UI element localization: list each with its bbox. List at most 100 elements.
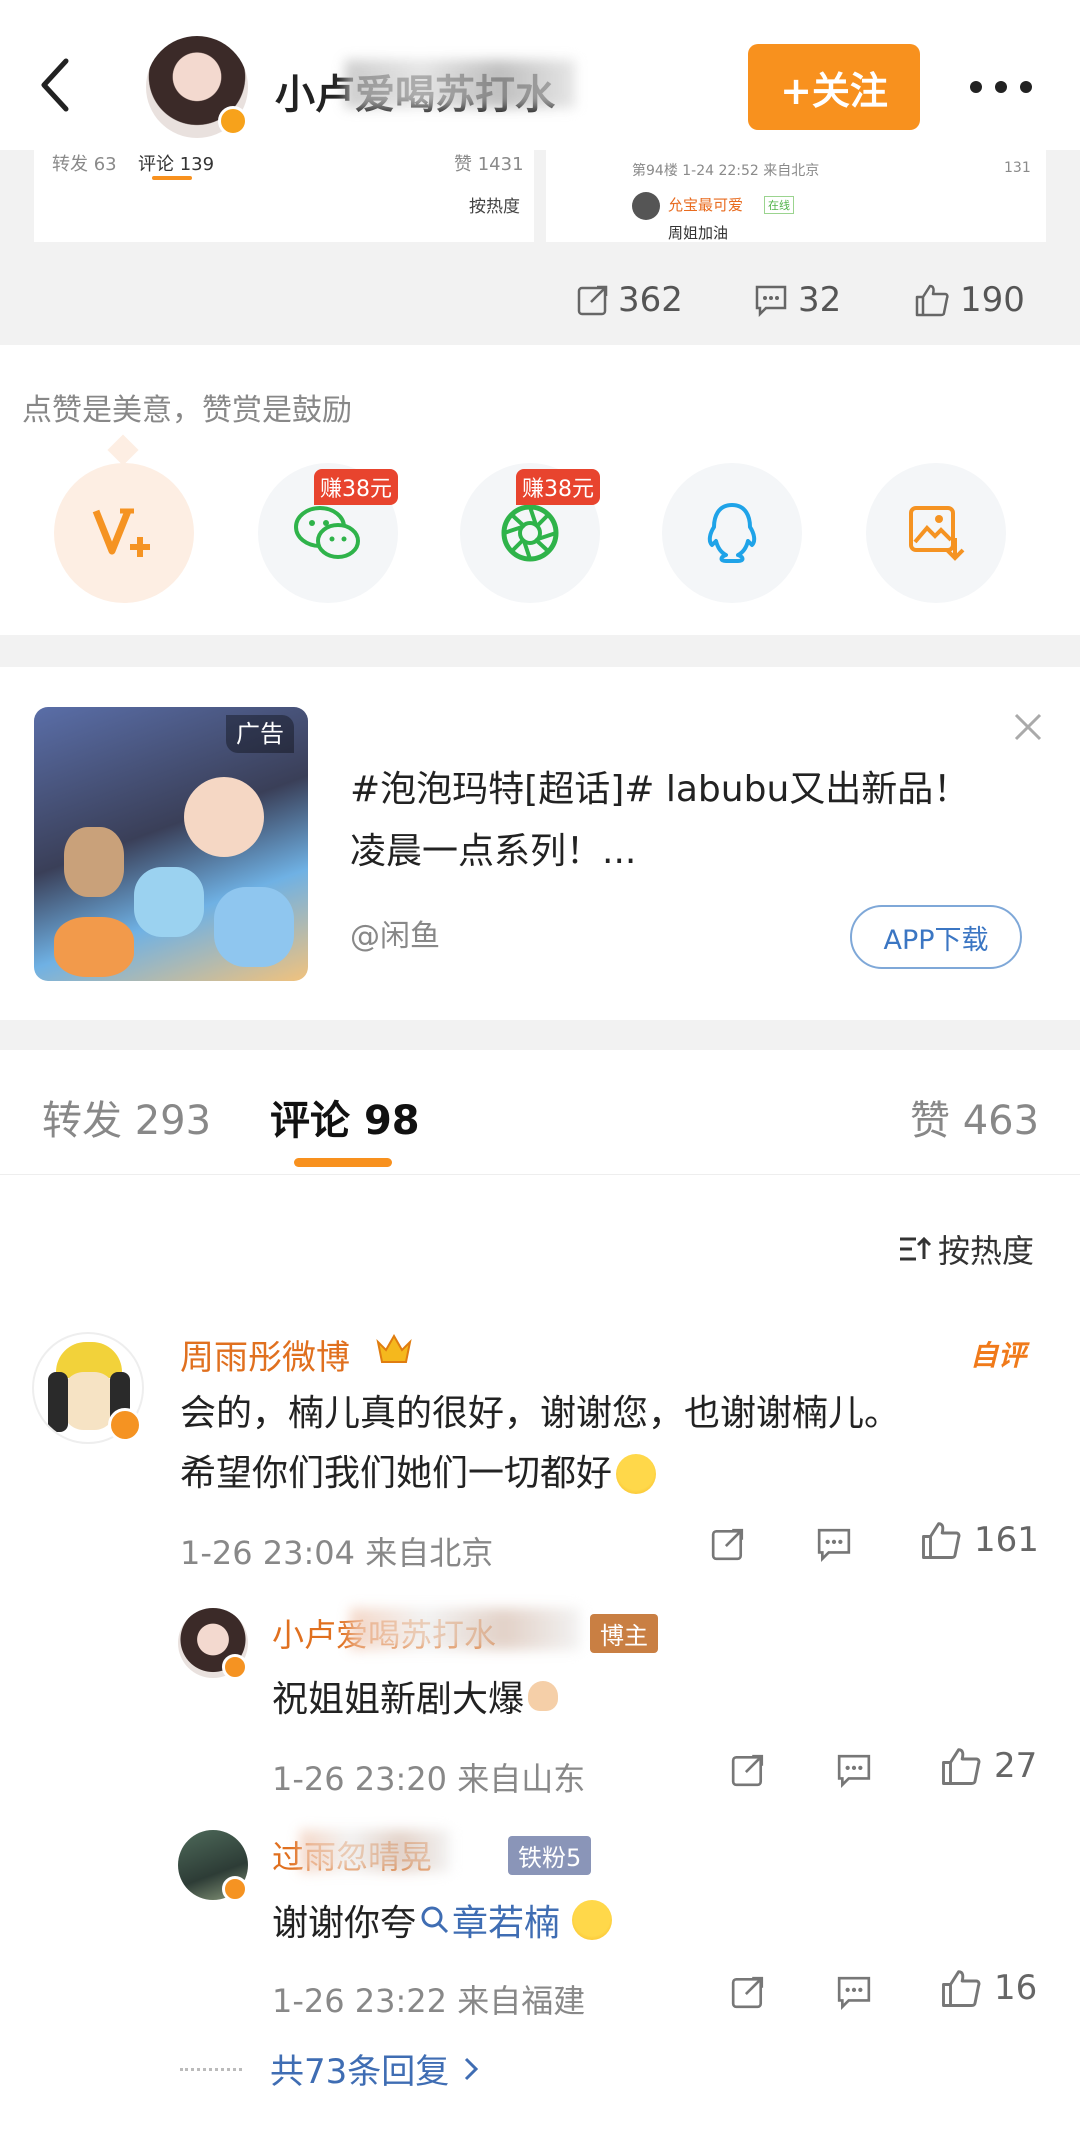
fan-tag: 铁粉5 <box>508 1836 592 1875</box>
card-likes: 131 <box>1004 160 1031 176</box>
moments-earn-badge: 赚38元 <box>516 469 600 505</box>
comment-like[interactable]: 161 <box>920 1520 1039 1560</box>
more-replies-link[interactable]: 共73条回复 <box>270 2044 479 2093</box>
reward-button[interactable] <box>54 463 194 603</box>
reply-like[interactable]: 16 <box>940 1968 1037 2008</box>
reply-time: 1-26 23:20 来自山东 <box>272 1760 586 1798</box>
verified-badge-icon <box>222 1876 248 1902</box>
commenter-avatar <box>632 192 660 220</box>
more-replies-label: 共73条回复 <box>270 2052 450 2092</box>
share-action[interactable]: 362 <box>576 276 683 324</box>
follow-button[interactable]: +关注 <box>748 44 920 130</box>
comment-count: 32 <box>798 280 842 320</box>
verified-badge-icon <box>218 106 248 136</box>
card-online: 在线 <box>764 196 794 214</box>
divider-1 <box>0 635 1080 667</box>
tab-bar: 转发 293 评论 98 赞 463 <box>0 1050 1080 1175</box>
reply-like-count: 16 <box>994 1968 1038 2008</box>
card-meta: 第94楼 1-24 22:52 来自北京 <box>632 163 820 179</box>
reward-slogan: 点赞是美意，赞赏是鼓励 <box>22 393 352 428</box>
self-review-badge: 自评 <box>970 1339 1027 1372</box>
save-image-icon <box>909 506 965 561</box>
comment-like-count: 161 <box>974 1520 1039 1560</box>
ad-source[interactable]: @闲鱼 <box>350 911 440 955</box>
ad-download-button[interactable]: APP下载 <box>850 905 1022 969</box>
reply-text-content: 祝姐姐新剧大爆 <box>272 1679 525 1720</box>
wechat-icon <box>294 506 360 559</box>
ad-tag: 广告 <box>226 715 294 753</box>
mention-text: 章若楠 <box>452 1903 561 1944</box>
more-replies-divider <box>180 2068 242 2071</box>
wechat-earn-badge: 赚38元 <box>314 469 398 505</box>
tab-like[interactable]: 赞 463 <box>910 1088 1039 1146</box>
reply-name-redaction <box>350 1608 580 1650</box>
hand-emoji-icon <box>528 1681 559 1711</box>
comment-reply-icon[interactable] <box>812 1522 856 1566</box>
close-ad-icon[interactable] <box>1008 707 1048 747</box>
reply-reply-icon[interactable] <box>832 1970 876 2014</box>
share-icon <box>577 285 608 316</box>
ad-title[interactable]: #泡泡玛特[超话]# labubu又出新品！凌晨一点系列！... <box>350 759 990 883</box>
like-action[interactable]: 190 <box>914 276 1025 324</box>
sort-toggle[interactable]: 按热度 <box>898 1226 1034 1272</box>
tab-comment[interactable]: 评论 98 <box>270 1088 420 1146</box>
tab-comment-label: 评论 <box>270 1098 350 1144</box>
thumb-up-icon <box>942 1970 981 2007</box>
reply-like[interactable]: 27 <box>940 1746 1037 1786</box>
reply-text: 谢谢你夸 章若楠 <box>272 1894 613 1946</box>
like-count: 190 <box>960 280 1025 320</box>
tab-comment-count: 98 <box>363 1098 420 1144</box>
tab-like-label: 赞 <box>910 1098 950 1144</box>
comment-item: 周雨彤微博 自评 会的，楠儿真的很好，谢谢您，也谢谢楠儿。 希望你们我们她们一切… <box>0 1320 1080 2138</box>
card-comment-underline <box>152 176 192 180</box>
comment-text-line2: 希望你们我们她们一切都好 <box>180 1453 613 1494</box>
verified-badge-icon <box>222 1654 248 1680</box>
moments-icon <box>501 504 559 562</box>
comment-text: 会的，楠儿真的很好，谢谢您，也谢谢楠儿。 希望你们我们她们一切都好 <box>180 1384 1060 1504</box>
qq-share-button[interactable] <box>662 463 802 603</box>
divider-2 <box>0 1020 1080 1050</box>
card-commenter: 允宝最可爱 <box>668 196 744 214</box>
blogger-tag: 博主 <box>590 1614 658 1653</box>
more-dots-icon[interactable] <box>966 70 1036 104</box>
comment-action[interactable]: 32 <box>754 276 841 324</box>
comment-author[interactable]: 周雨彤微博 <box>180 1330 350 1379</box>
comment-share-icon[interactable] <box>706 1522 750 1566</box>
ad-download-label: APP下载 <box>883 924 989 956</box>
share-count: 362 <box>618 280 683 320</box>
qq-icon <box>707 503 757 563</box>
reward-v-plus-icon <box>92 508 150 557</box>
comment-icon <box>755 285 787 317</box>
reward-section: 点赞是美意，赞赏是鼓励 赚38元 赚38元 <box>0 345 1080 635</box>
reply-like-count: 27 <box>994 1746 1038 1786</box>
mention-link[interactable]: 章若楠 <box>420 1894 560 1946</box>
card-comment: 评论 139 <box>138 154 215 175</box>
quoted-card-left[interactable]: 转发 63 评论 139 赞 1431 按热度 <box>34 150 534 242</box>
card-repost: 转发 63 <box>52 154 117 175</box>
verified-badge-icon <box>108 1408 142 1442</box>
back-icon[interactable] <box>30 55 80 115</box>
reply-text: 祝姐姐新剧大爆 <box>272 1670 559 1722</box>
comment-time: 1-26 23:04 来自北京 <box>180 1534 494 1572</box>
quoted-card-right[interactable]: 第94楼 1-24 22:52 来自北京 131 允宝最可爱 在线 周姐加油 <box>546 150 1046 242</box>
thumb-up-icon <box>922 1522 961 1559</box>
reply-name-redaction <box>300 1830 450 1872</box>
save-image-button[interactable] <box>866 463 1006 603</box>
ad-card[interactable]: 广告 #泡泡玛特[超话]# labubu又出新品！凌晨一点系列！... @闲鱼 … <box>0 667 1080 1020</box>
search-icon <box>421 1906 449 1934</box>
tab-repost-label: 转发 <box>42 1098 122 1144</box>
top-bar: 小卢爱喝苏打水 +关注 <box>0 0 1080 150</box>
tab-like-count: 463 <box>962 1098 1040 1144</box>
tab-repost-count: 293 <box>134 1098 212 1144</box>
follow-button-label: +关注 <box>780 68 888 113</box>
thumb-up-icon <box>915 284 949 317</box>
reply-reply-icon[interactable] <box>832 1748 876 1792</box>
blush-emoji-icon <box>616 1454 657 1494</box>
card-like: 赞 1431 <box>454 154 524 175</box>
reply-share-icon[interactable] <box>726 1970 770 2014</box>
quoted-area: 转发 63 评论 139 赞 1431 按热度 第94楼 1-24 22:52 … <box>0 150 1080 345</box>
tab-repost[interactable]: 转发 293 <box>42 1088 211 1146</box>
sort-label: 按热度 <box>938 1232 1035 1270</box>
reply-share-icon[interactable] <box>726 1748 770 1792</box>
card-sort: 按热度 <box>469 197 520 217</box>
